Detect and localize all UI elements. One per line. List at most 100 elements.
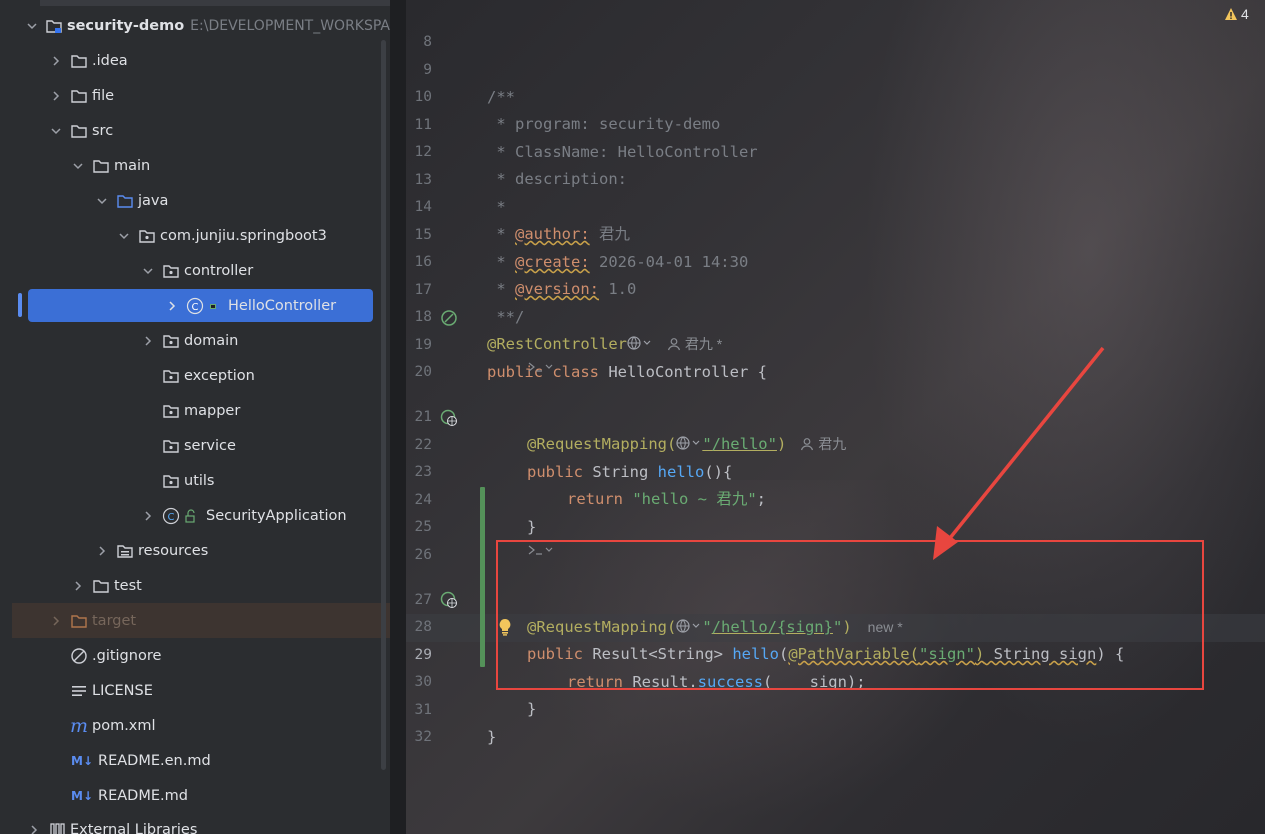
- tree-item-label: service: [184, 437, 236, 454]
- run-marker-icon: [208, 297, 218, 315]
- chevron-down-icon[interactable]: [140, 263, 156, 279]
- endpoint-gutter-icon[interactable]: [440, 409, 458, 427]
- tree-scrollbar[interactable]: [381, 40, 386, 770]
- tree-item-root[interactable]: security-demo E:\DEVELOPMENT_WORKSPA: [0, 8, 390, 43]
- package-icon: [162, 367, 180, 385]
- chevron-right-icon[interactable]: [94, 543, 110, 559]
- code-line[interactable]: 15 * @create: 2026-04-01 14:30: [406, 194, 1265, 272]
- code-line[interactable]: 9 /**: [406, 29, 1265, 107]
- bean-gutter-icon[interactable]: [440, 309, 458, 327]
- chevron-right-icon[interactable]: [140, 508, 156, 524]
- code-line[interactable]: 11 * ClassName: HelloController: [406, 84, 1265, 162]
- tree-item-controller[interactable]: controller: [0, 253, 390, 288]
- tree-item-label: file: [92, 87, 115, 104]
- code-line[interactable]: 22 public String hello(){: [406, 404, 1265, 482]
- code-line[interactable]: 24 }: [406, 459, 1265, 537]
- package-icon: [162, 332, 180, 350]
- folder-icon: [92, 157, 110, 175]
- tree-item-label: LICENSE: [92, 682, 153, 699]
- chevron-right-icon[interactable]: [26, 822, 42, 834]
- tree-item-label: utils: [184, 472, 215, 489]
- tree-item-label: java: [138, 192, 169, 209]
- tree-item-gitignore[interactable]: .gitignore: [0, 638, 390, 673]
- chevron-right-icon[interactable]: [164, 298, 180, 314]
- endpoint-inlay-icon[interactable]: [527, 360, 555, 374]
- code-line[interactable]: 23 return "hello ~ 君九";: [406, 431, 1265, 509]
- package-icon: [162, 437, 180, 455]
- selection-marker: [18, 293, 22, 317]
- code-line[interactable]: 13 *: [406, 139, 1265, 217]
- code-editor[interactable]: 4 8 9 /** 10 * program: security-demo 11…: [406, 0, 1265, 834]
- chevron-right-icon[interactable]: [140, 333, 156, 349]
- maven-icon: m: [69, 714, 89, 737]
- tree-item-java[interactable]: java: [0, 183, 390, 218]
- folder-icon: [70, 52, 88, 70]
- code-line[interactable]: 12 * description:: [406, 111, 1265, 189]
- code-line[interactable]: 25: [406, 486, 1265, 535]
- code-line[interactable]: 26: [406, 514, 1265, 563]
- tree-item-utils[interactable]: utils: [0, 463, 390, 498]
- code-line[interactable]: 8: [406, 1, 1265, 50]
- tree-item-file[interactable]: file: [0, 78, 390, 113]
- package-icon: [162, 262, 180, 280]
- tree-item-main[interactable]: main: [0, 148, 390, 183]
- chevron-down-icon[interactable]: [116, 228, 132, 244]
- tree-item-domain[interactable]: domain: [0, 323, 390, 358]
- tree-item-readme[interactable]: M↓ README.md: [0, 778, 390, 813]
- markdown-icon: M↓: [71, 753, 93, 768]
- tree-item-license[interactable]: LICENSE: [0, 673, 390, 708]
- folder-icon: [70, 122, 88, 140]
- code-line[interactable]: 17 **/: [406, 249, 1265, 327]
- markdown-icon: M↓: [71, 788, 93, 803]
- tree-item-src[interactable]: src: [0, 113, 390, 148]
- class-icon: C: [186, 297, 204, 315]
- excluded-folder-icon: [70, 612, 88, 630]
- chevron-right-icon[interactable]: [48, 613, 64, 629]
- code-line[interactable]: 19 public class HelloController {: [406, 304, 1265, 382]
- folder-icon: [70, 87, 88, 105]
- spring-boot-class-icon: C: [162, 507, 180, 525]
- tree-item-package[interactable]: com.junjiu.springboot3: [0, 218, 390, 253]
- code-line[interactable]: 20: [406, 331, 1265, 380]
- code-line[interactable]: 18 @RestController 君九 *: [406, 276, 1265, 354]
- tree-item-label: controller: [184, 262, 254, 279]
- tree-item-label: domain: [184, 332, 239, 349]
- tree-item-idea[interactable]: .idea: [0, 43, 390, 78]
- tree-item-label: target: [92, 612, 137, 629]
- code-line[interactable]: 16 * @version: 1.0: [406, 221, 1265, 299]
- code-line[interactable]: 10 * program: security-demo: [406, 56, 1265, 134]
- tree-item-readme-en[interactable]: M↓ README.en.md: [0, 743, 390, 778]
- tree-item-label: main: [114, 157, 151, 174]
- source-folder-icon: [116, 192, 134, 210]
- tree-item-label: External Libraries: [70, 821, 198, 834]
- endpoint-gutter-icon[interactable]: [440, 591, 458, 609]
- tree-item-resources[interactable]: resources: [0, 533, 390, 568]
- tree-item-label: mapper: [184, 402, 241, 419]
- chevron-right-icon[interactable]: [48, 88, 64, 104]
- tree-item-securityapplication[interactable]: C SecurityApplication: [0, 498, 390, 533]
- folder-icon: [92, 577, 110, 595]
- tree-item-pom[interactable]: m pom.xml: [0, 708, 390, 743]
- tree-item-external-libraries[interactable]: External Libraries: [0, 812, 390, 834]
- highlight-box: [496, 540, 1204, 690]
- chevron-down-icon[interactable]: [70, 158, 86, 174]
- code-text: }: [487, 728, 497, 746]
- tree-item-test[interactable]: test: [0, 568, 390, 603]
- tree-item-label: security-demo: [66, 17, 185, 34]
- chevron-down-icon[interactable]: [24, 18, 39, 34]
- tree-item-hellocontroller[interactable]: C HelloController: [28, 289, 373, 322]
- chevron-down-icon[interactable]: [94, 193, 110, 209]
- code-line[interactable]: 32: [406, 696, 1265, 745]
- chevron-down-icon[interactable]: [48, 123, 64, 139]
- tree-item-exception[interactable]: exception: [0, 358, 390, 393]
- code-line[interactable]: 14 * @author: 君九: [406, 166, 1265, 244]
- code-line[interactable]: 21 @RequestMapping("/hello") 君九: [406, 376, 1265, 454]
- tree-item-label: SecurityApplication: [206, 507, 347, 524]
- library-icon: [48, 821, 66, 834]
- panel-top-strip: [40, 0, 390, 6]
- tree-item-target[interactable]: target: [12, 603, 390, 638]
- tree-item-service[interactable]: service: [0, 428, 390, 463]
- chevron-right-icon[interactable]: [48, 53, 64, 69]
- tree-item-mapper[interactable]: mapper: [0, 393, 390, 428]
- chevron-right-icon[interactable]: [70, 578, 86, 594]
